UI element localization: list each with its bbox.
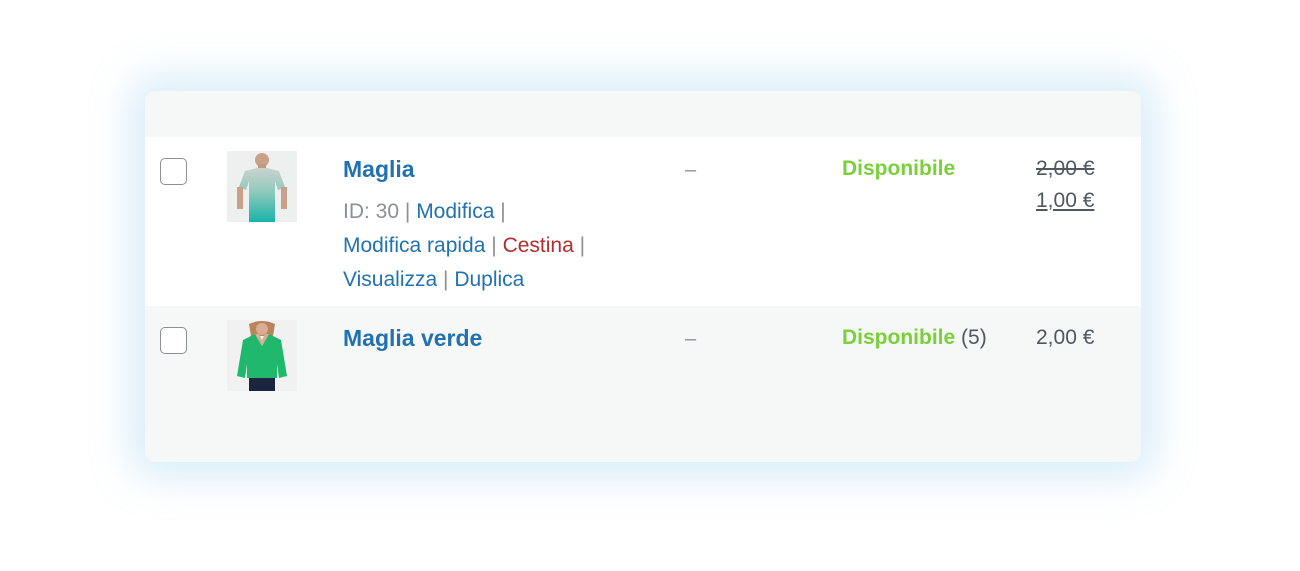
separator: | [579,234,586,257]
table-row: Maglia ID: 30 | Modifica | Modifica rapi… [145,137,1141,306]
product-thumbnail[interactable] [227,151,297,222]
separator: | [443,268,449,291]
sku-value: – [685,328,697,350]
tshirt-product-image [227,151,297,222]
price-value: 2,00 € [1036,326,1095,349]
view-link[interactable]: Visualizza [343,268,437,291]
in-stock-label: Disponibile [842,326,956,349]
stock-status: Disponibile [842,157,955,181]
green-blouse-product-image [227,320,297,391]
row-actions: ID: 30 | Modifica | Modifica rapida | Ce… [343,195,633,297]
trash-link[interactable]: Cestina [503,234,574,257]
in-stock-label: Disponibile [842,157,956,180]
stock-status: Disponibile (5) [842,326,987,350]
regular-price: 2,00 € [1036,157,1095,180]
edit-link[interactable]: Modifica [416,200,494,223]
table-row: Maglia verde – Disponibile (5) 2,00 € [145,306,1141,462]
separator: | [500,200,506,223]
price-cell: 2,00 € 1,00 € [1036,157,1094,213]
table-header [145,91,1141,137]
product-name-link[interactable]: Maglia [343,156,415,183]
product-id: ID: 30 [343,200,400,223]
product-name-link[interactable]: Maglia verde [343,325,482,352]
price-cell: 2,00 € [1036,326,1094,350]
separator: | [404,200,411,223]
products-table: Maglia ID: 30 | Modifica | Modifica rapi… [145,91,1141,462]
row-select-checkbox[interactable] [160,158,187,185]
product-thumbnail[interactable] [227,320,297,391]
sale-price: 1,00 € [1036,189,1095,212]
quick-edit-link[interactable]: Modifica rapida [343,234,485,257]
duplicate-link[interactable]: Duplica [454,268,524,291]
row-select-checkbox[interactable] [160,327,187,354]
sku-value: – [685,159,697,181]
separator: | [491,234,497,257]
stock-count: (5) [961,326,987,349]
